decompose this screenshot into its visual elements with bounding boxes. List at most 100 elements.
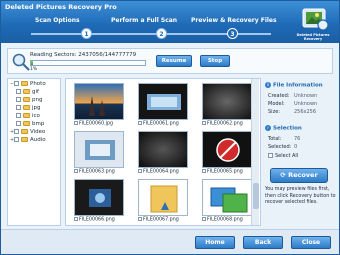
tree-item-video[interactable]: + Video	[10, 129, 45, 136]
checkbox[interactable]	[74, 121, 78, 125]
select-all-checkbox[interactable]: Select All	[268, 153, 298, 159]
preview-image	[147, 94, 181, 110]
checkbox[interactable]	[74, 217, 78, 221]
tree-item-label: png	[32, 97, 43, 103]
stop-button[interactable]: Stop	[200, 55, 230, 67]
preview-image	[89, 189, 111, 207]
total-row: Total: 76	[268, 136, 301, 142]
scan-progress-fill	[31, 61, 34, 65]
back-button[interactable]: Back	[243, 236, 283, 249]
checkbox[interactable]	[138, 169, 142, 173]
step-2-marker: 2	[156, 28, 167, 39]
thumbnail-file00063[interactable]	[74, 131, 124, 168]
tree-item-label: ico	[32, 113, 40, 119]
step-1-label: Scan Options	[35, 17, 80, 24]
tree-item-photo[interactable]: − Photo	[10, 81, 46, 88]
checkbox[interactable]	[202, 121, 206, 125]
file-label[interactable]: FILE00060.jpg	[74, 121, 113, 127]
category-tree: − Photo gif png jpg ico bmp + Video + Audio	[7, 78, 61, 226]
resume-button[interactable]: Resume	[156, 55, 192, 67]
tree-item-bmp[interactable]: bmp	[16, 121, 44, 128]
folder-icon	[23, 97, 30, 102]
logo-text: Deleted Pictures Recovery	[296, 33, 330, 41]
checkbox[interactable]	[268, 153, 273, 158]
thumbnail-file00060[interactable]	[74, 83, 124, 120]
bottom-bar: Home Back Close	[1, 229, 339, 254]
file-label[interactable]: FILE00065.png	[202, 169, 243, 175]
folder-icon	[21, 137, 28, 142]
tree-item-label: gif	[32, 89, 39, 95]
home-button[interactable]: Home	[195, 236, 235, 249]
magnifier-icon	[12, 53, 30, 71]
step-1-marker: 1	[81, 28, 92, 39]
wizard-steps: Scan Options Perform a Full Scan Preview…	[29, 11, 277, 41]
file-label[interactable]: FILE00062.png	[202, 121, 243, 127]
file-label[interactable]: FILE00064.png	[138, 169, 179, 175]
tree-item-gif[interactable]: gif	[16, 89, 39, 96]
checkbox[interactable]	[16, 105, 21, 110]
selection-heading: ✓ Selection	[265, 125, 302, 132]
checkbox[interactable]	[74, 169, 78, 173]
thumbnail-file00065[interactable]	[202, 131, 252, 168]
file-info-heading: i File Information	[265, 82, 335, 91]
tree-item-jpg[interactable]: jpg	[16, 105, 41, 112]
checkbox[interactable]	[138, 217, 142, 221]
folder-icon	[23, 113, 30, 118]
checkbox[interactable]	[14, 81, 19, 86]
thumbnail-grid: FILE00060.jpg FILE00061.png FILE00062.pn…	[65, 78, 261, 226]
tree-item-png[interactable]: png	[16, 97, 42, 104]
preview-image	[150, 185, 178, 213]
checkbox[interactable]	[16, 113, 21, 118]
folder-icon	[21, 129, 28, 134]
close-button[interactable]: Close	[291, 236, 331, 249]
tree-item-label: jpg	[32, 105, 41, 111]
thumbnail-file00067[interactable]	[138, 179, 188, 216]
tree-item-label: Audio	[30, 137, 46, 143]
tree-item-label: bmp	[32, 121, 45, 127]
size-row: Size: 256x256	[268, 109, 317, 115]
step-3-label: Preview & Recovery Files	[191, 17, 277, 24]
model-row: Model: Unknown	[268, 101, 318, 107]
recover-button[interactable]: ⟳ Recover	[270, 168, 328, 183]
info-icon: i	[265, 82, 271, 88]
checkbox[interactable]	[16, 97, 21, 102]
preview-image	[210, 187, 248, 213]
reading-sectors-text: Reading Sectors: 2437056/144777779	[30, 52, 137, 58]
recover-icon: ⟳	[280, 171, 289, 179]
thumbnail-scrollbar[interactable]	[251, 79, 259, 225]
tree-item-audio[interactable]: + Audio	[10, 137, 46, 144]
checkbox[interactable]	[14, 129, 19, 134]
thumbnail-file00066[interactable]	[74, 179, 124, 216]
checkbox[interactable]	[16, 121, 21, 126]
selected-row: Selected: 0	[268, 144, 298, 150]
checkbox[interactable]	[202, 169, 206, 173]
selection-icon: ✓	[265, 125, 271, 131]
preview-image	[85, 140, 115, 160]
scan-progress-panel: Reading Sectors: 2437056/144777779 1% Re…	[7, 48, 333, 74]
header-bar: Deleted Pictures Recovery Pro Scan Optio…	[1, 1, 339, 43]
tree-item-label: Photo	[30, 81, 46, 87]
file-label[interactable]: FILE00067.png	[138, 217, 179, 223]
folder-icon	[23, 121, 30, 126]
preview-image	[89, 96, 105, 116]
tree-item-ico[interactable]: ico	[16, 113, 40, 120]
file-label[interactable]: FILE00066.png	[74, 217, 115, 223]
checkbox[interactable]	[138, 121, 142, 125]
checkbox[interactable]	[202, 217, 206, 221]
file-label[interactable]: FILE00061.png	[138, 121, 179, 127]
checkbox[interactable]	[16, 89, 21, 94]
thumbnail-file00061[interactable]	[138, 83, 188, 120]
recover-hint-text: You may preview files first, then click …	[265, 187, 336, 205]
step-2-label: Perform a Full Scan	[111, 17, 178, 24]
checkbox[interactable]	[14, 137, 19, 142]
tree-item-label: Video	[30, 129, 46, 135]
thumbnail-file00064[interactable]	[138, 131, 188, 168]
thumbnail-file00068[interactable]	[202, 179, 252, 216]
folder-icon	[23, 89, 30, 94]
window-title: Deleted Pictures Recovery Pro	[5, 3, 117, 11]
file-label[interactable]: FILE00063.png	[74, 169, 115, 175]
file-label[interactable]: FILE00068.png	[202, 217, 243, 223]
scrollbar-thumb[interactable]	[253, 183, 259, 209]
thumbnail-file00062[interactable]	[202, 83, 252, 120]
folder-icon	[21, 81, 28, 86]
